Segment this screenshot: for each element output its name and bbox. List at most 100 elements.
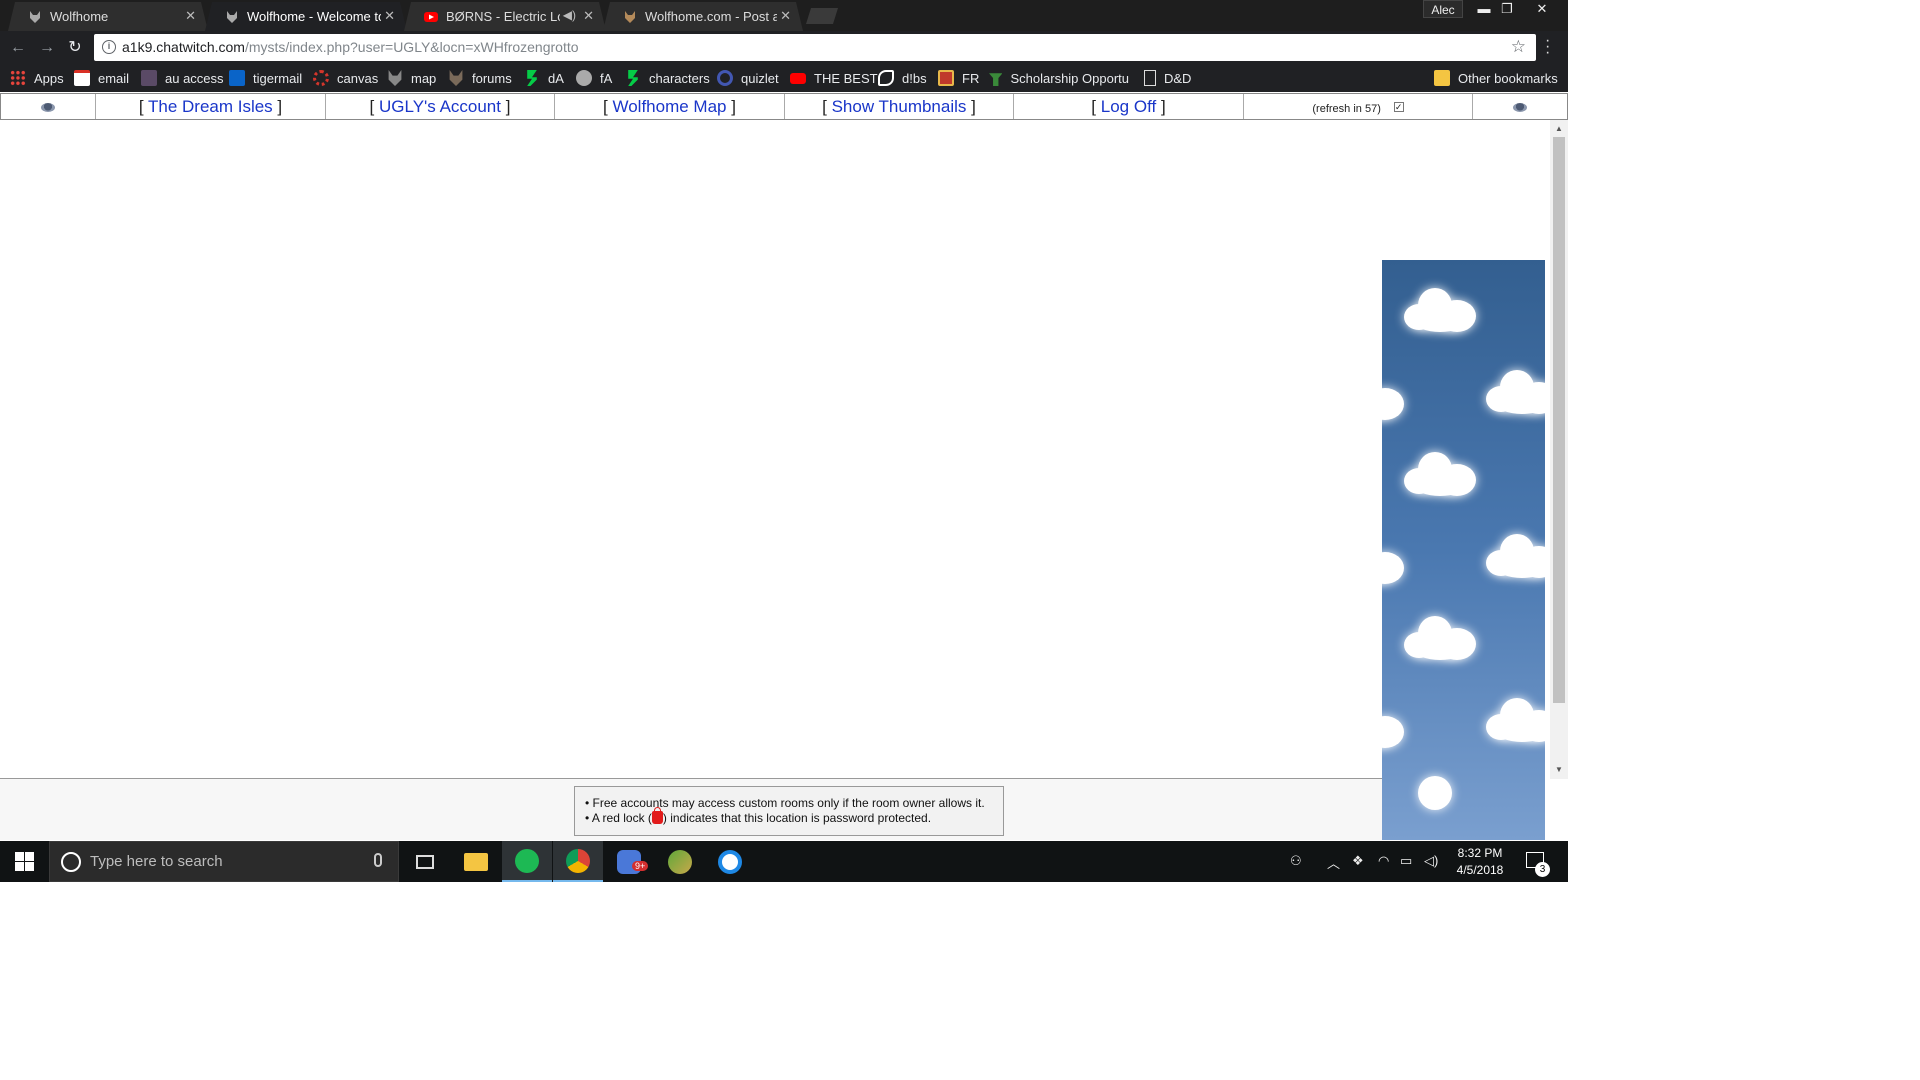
cloud-icon	[1404, 776, 1478, 822]
show-thumbnails-link[interactable]: Show Thumbnails	[832, 97, 967, 116]
chrome-icon[interactable]	[553, 841, 603, 882]
wolf-icon	[225, 10, 239, 24]
bookmark-canvas[interactable]: canvas	[313, 69, 378, 87]
spotify-icon[interactable]	[502, 841, 552, 882]
deviantart-icon	[527, 70, 537, 86]
nav-map: [ Wolfhome Map ]	[555, 94, 785, 119]
bookmark-quizlet[interactable]: quizlet	[717, 69, 779, 87]
bracket: [	[822, 97, 827, 116]
messenger-icon[interactable]: 9+	[604, 841, 654, 882]
tab-title: Wolfhome - Welcome to	[247, 9, 381, 24]
bookmark-label: D&D	[1164, 70, 1192, 86]
bookmark-label: fA	[600, 70, 613, 86]
close-icon[interactable]: ✕	[583, 8, 594, 24]
volume-icon[interactable]: ◁)	[1424, 853, 1438, 869]
bookmark-the-best[interactable]: THE BEST	[790, 69, 878, 87]
refresh-checkbox[interactable]: ✓	[1393, 102, 1404, 112]
bookmark-label: THE BEST	[814, 70, 878, 86]
bookmark-apps[interactable]: Apps	[10, 69, 64, 87]
nav-dream-isles: [ The Dream Isles ]	[96, 94, 326, 119]
taskbar-clock[interactable]: 8:32 PM 4/5/2018	[1450, 845, 1510, 879]
wolf-icon	[28, 10, 42, 24]
people-icon[interactable]: ⚇	[1290, 853, 1302, 869]
cortana-icon[interactable]	[61, 852, 81, 872]
wifi-icon[interactable]: ◠	[1378, 853, 1389, 869]
bookmark-scholarship[interactable]: Scholarship Opportu	[989, 69, 1129, 87]
fr-icon	[938, 70, 954, 86]
bookmarks-bar: Apps email au access tigermail canvas ma…	[0, 64, 1568, 92]
page-icon	[1144, 70, 1156, 86]
cloud-icon	[1382, 704, 1406, 750]
bookmark-label: canvas	[337, 70, 379, 86]
cloud-icon	[1404, 616, 1478, 662]
bookmark-dibs[interactable]: d!bs	[878, 69, 927, 87]
dream-isles-link[interactable]: The Dream Isles	[148, 97, 273, 116]
profile-button[interactable]: Alec	[1423, 0, 1463, 18]
scrollbar-thumb[interactable]	[1553, 137, 1565, 703]
url-host: a1k9.chatwitch.com	[122, 39, 245, 55]
account-link[interactable]: UGLY's Account	[379, 97, 501, 116]
close-icon[interactable]: ✕	[185, 8, 196, 24]
refresh-countdown: (refresh in 57)	[1312, 103, 1381, 115]
task-view-icon[interactable]	[400, 841, 450, 882]
eye-icon	[1513, 103, 1527, 112]
cloud-icon	[1486, 370, 1545, 416]
minecraft-icon[interactable]	[655, 841, 705, 882]
deviantart-icon	[628, 70, 638, 86]
bookmark-dnd[interactable]: D&D	[1144, 69, 1191, 87]
close-icon[interactable]: ✕	[384, 8, 395, 24]
bookmark-forums[interactable]: forums	[448, 69, 512, 87]
bookmark-star-icon[interactable]: ☆	[1511, 37, 1526, 57]
chrome-menu-icon[interactable]: · · ·	[1545, 33, 1550, 61]
bookmark-email[interactable]: email	[74, 69, 129, 87]
bracket: [	[138, 97, 144, 116]
page-scrollbar[interactable]: ▲ ▼	[1550, 120, 1568, 779]
close-icon[interactable]: ✕	[780, 8, 791, 24]
other-bookmarks-folder[interactable]: Other bookmarks	[1434, 69, 1558, 87]
url-path: /mysts/index.php?user=UGLY&locn=xWHfroze…	[244, 39, 579, 55]
bookmark-label: map	[411, 70, 437, 86]
taskbar-search-box[interactable]: Type here to search	[49, 841, 399, 882]
wolfhome-map-link[interactable]: Wolfhome Map	[612, 97, 726, 116]
site-info-icon[interactable]: i	[102, 40, 116, 54]
cloud-icon	[1404, 288, 1478, 334]
battery-icon[interactable]: ▭	[1400, 853, 1412, 869]
bookmark-tigermail[interactable]: tigermail	[229, 69, 302, 87]
audio-playing-icon[interactable]: ◀)	[563, 8, 576, 22]
windows-start-icon[interactable]	[15, 852, 35, 872]
scroll-down-icon[interactable]: ▼	[1555, 765, 1563, 774]
show-hidden-icons-icon[interactable]: ︿	[1327, 853, 1340, 872]
tab-wolfhome[interactable]: Wolfhome ✕	[8, 2, 208, 31]
notice-text: ) indicates that this location is passwo…	[662, 811, 932, 825]
address-bar[interactable]: i a1k9.chatwitch.com/mysts/index.php?use…	[94, 34, 1536, 61]
scroll-up-icon[interactable]: ▲	[1555, 124, 1563, 133]
bookmark-map[interactable]: map	[387, 69, 436, 87]
bookmark-label: au access	[165, 70, 224, 86]
bookmark-label: quizlet	[741, 70, 779, 86]
site-nav-bar: [ The Dream Isles ] [ UGLY's Account ] […	[0, 93, 1568, 120]
log-off-link[interactable]: Log Off	[1101, 97, 1156, 116]
file-explorer-icon[interactable]	[451, 841, 501, 882]
bookmark-au-access[interactable]: au access	[141, 69, 224, 87]
bookmark-characters[interactable]: characters	[625, 69, 710, 87]
tab-wolfhome-welcome[interactable]: Wolfhome - Welcome to ✕	[205, 2, 407, 31]
dropbox-icon[interactable]: ❖	[1352, 853, 1364, 869]
bookmark-fr[interactable]: FR	[938, 69, 979, 87]
url-text[interactable]: a1k9.chatwitch.com/mysts/index.php?user=…	[122, 39, 579, 55]
reload-icon[interactable]: ↻	[65, 38, 85, 58]
restore-icon[interactable]: ❐	[1492, 0, 1522, 18]
new-tab-button[interactable]	[806, 8, 838, 24]
wolf-icon	[449, 70, 463, 86]
window-close-icon[interactable]: ✕	[1527, 0, 1557, 18]
bookmark-da[interactable]: dA	[524, 69, 564, 87]
microphone-icon[interactable]	[374, 853, 382, 867]
bracket: ]	[505, 97, 511, 116]
cloud-icon	[1382, 376, 1406, 422]
forward-arrow-icon[interactable]: →	[37, 38, 57, 58]
uplay-icon[interactable]	[705, 841, 755, 882]
bookmark-label: tigermail	[253, 70, 303, 86]
bookmark-fa[interactable]: fA	[576, 69, 612, 87]
tab-wolfhome-post[interactable]: Wolfhome.com - Post a r ✕	[603, 2, 803, 31]
tab-borns-electric-love[interactable]: BØRNS - Electric Love ◀) ✕	[404, 2, 606, 31]
back-arrow-icon[interactable]: ←	[8, 38, 28, 58]
